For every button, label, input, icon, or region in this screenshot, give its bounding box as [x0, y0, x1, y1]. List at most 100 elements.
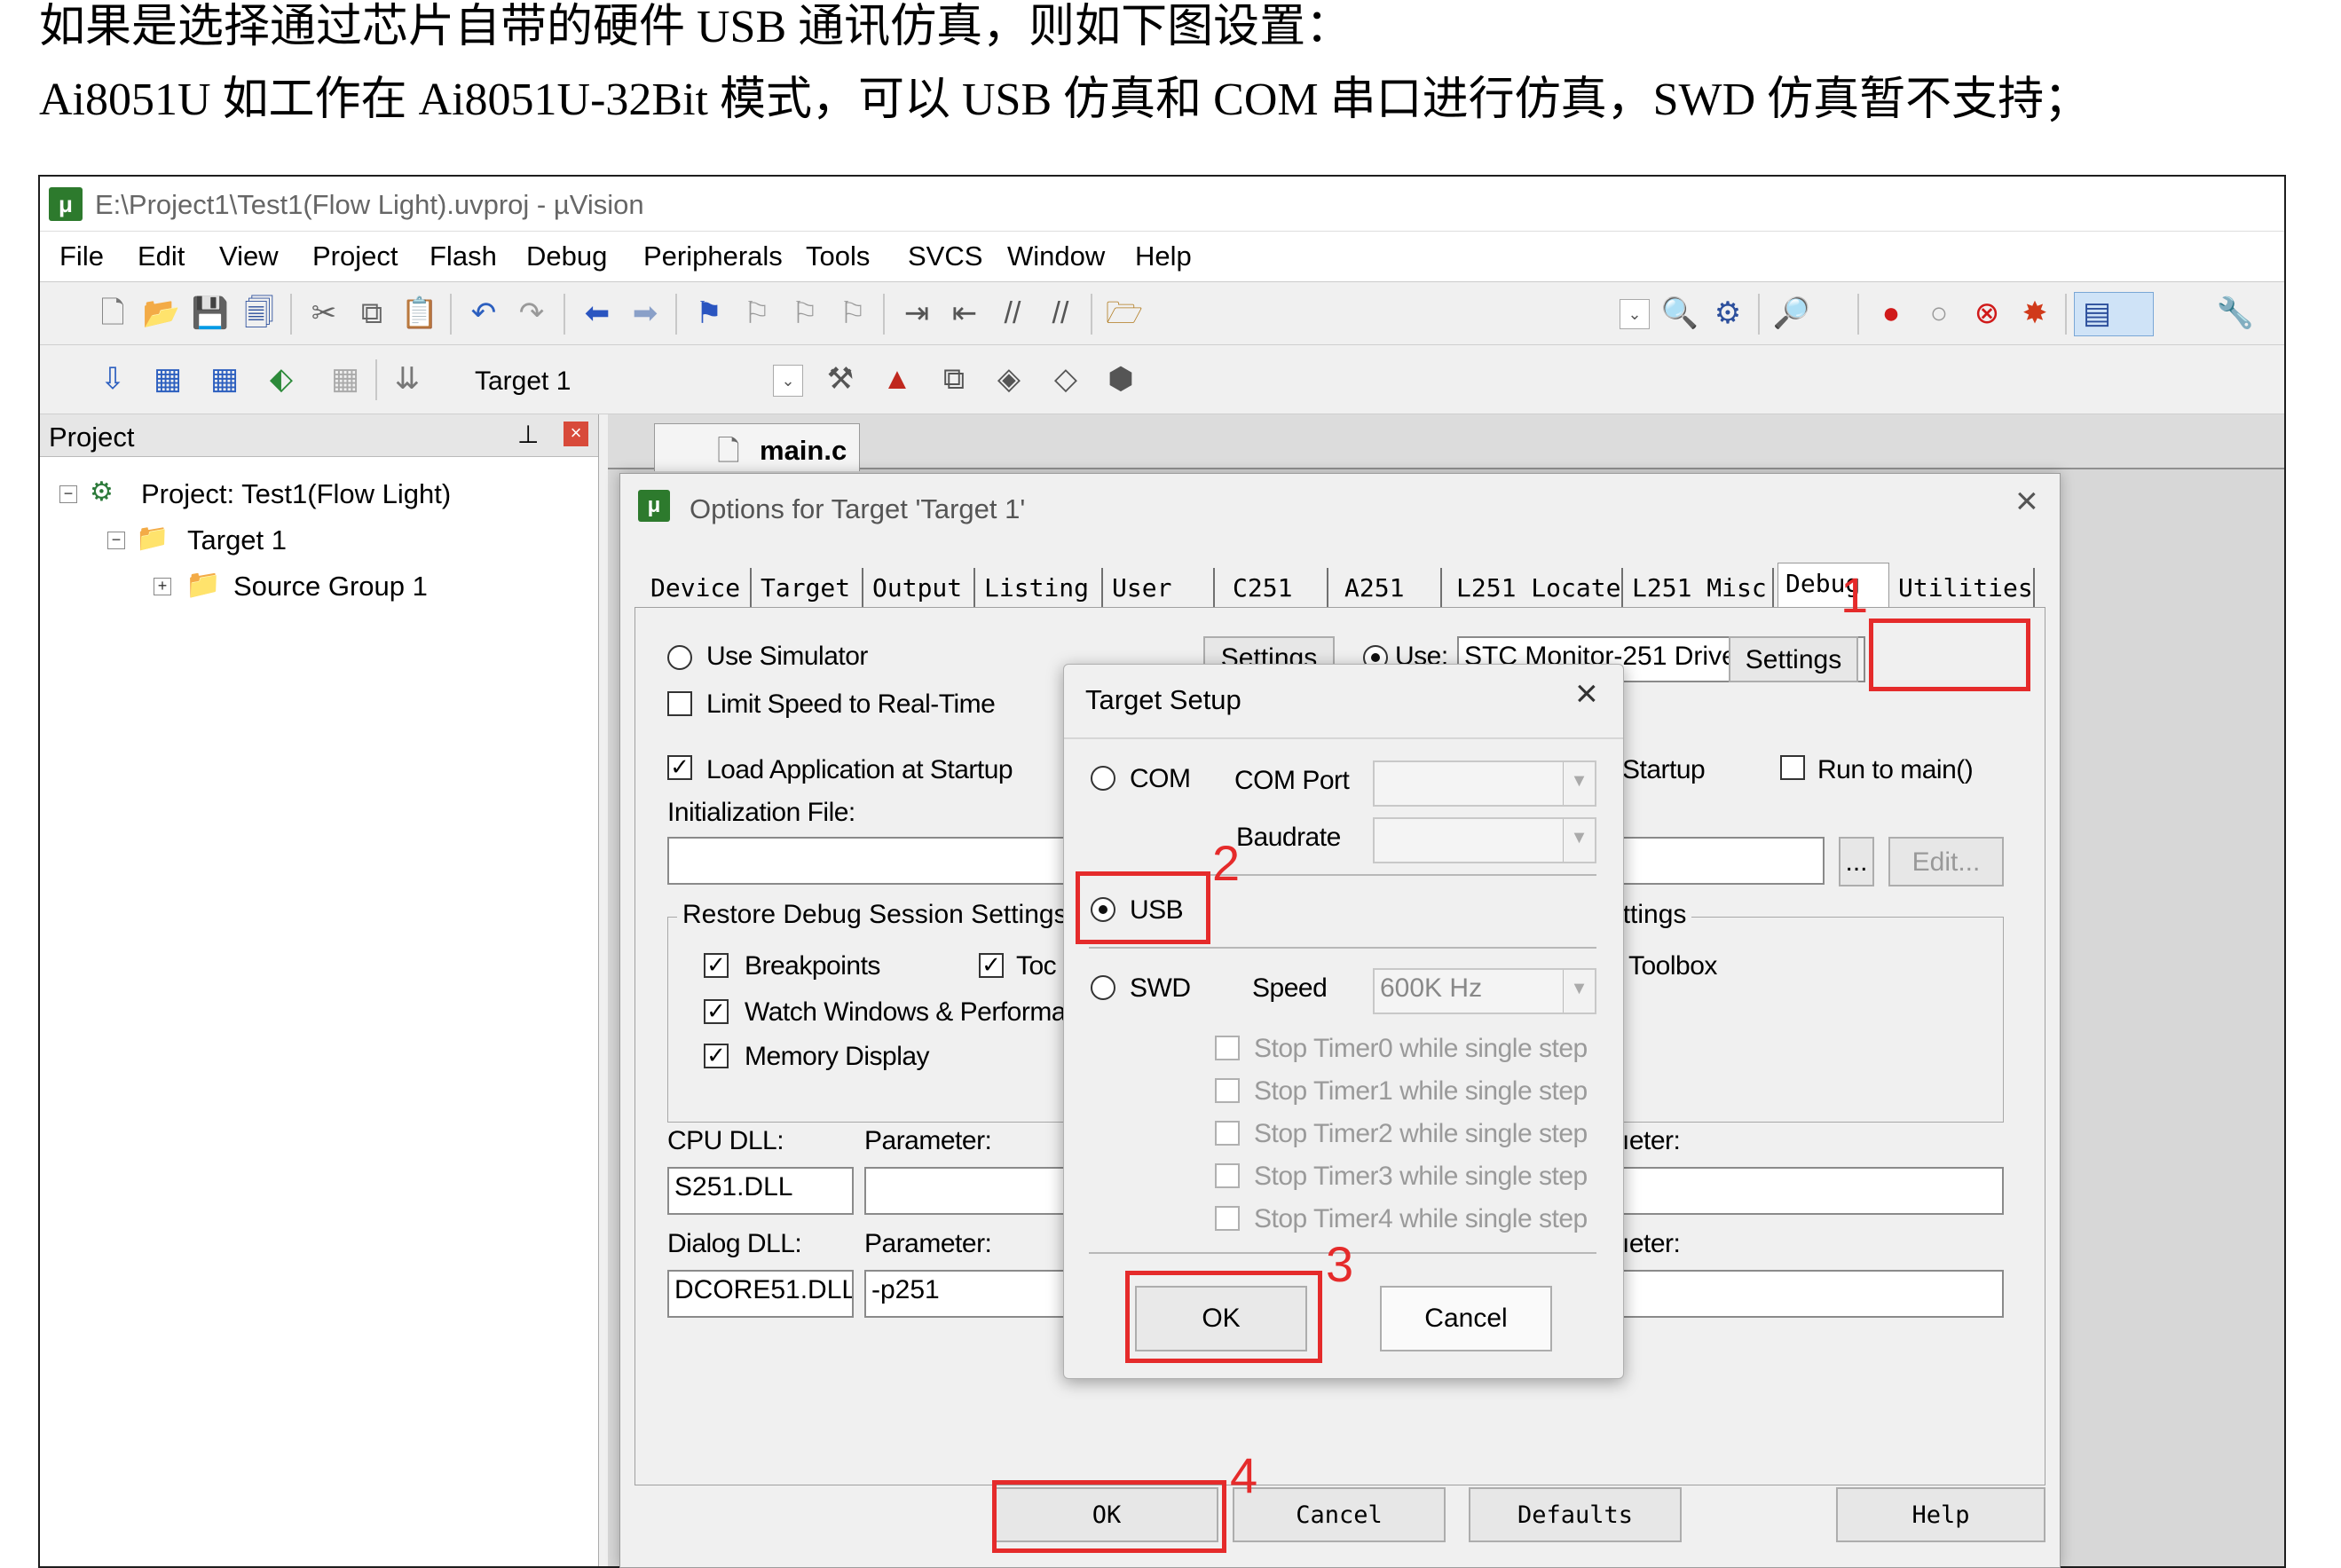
- com-port-select[interactable]: ▼: [1373, 760, 1596, 807]
- unindent-icon[interactable]: ⇤: [945, 295, 984, 331]
- tab-l251-misc[interactable]: L251 Misc: [1627, 568, 1774, 607]
- manage-packs-icon[interactable]: ⧉: [934, 361, 973, 397]
- menu-file[interactable]: File: [59, 240, 104, 272]
- tab-a251[interactable]: A251: [1332, 568, 1442, 607]
- tab-output[interactable]: Output: [867, 568, 975, 607]
- tab-listing[interactable]: Listing: [979, 568, 1103, 607]
- menu-tools[interactable]: Tools: [806, 240, 870, 272]
- menu-window[interactable]: Window: [1007, 240, 1105, 272]
- cpu-param-input[interactable]: [864, 1167, 1077, 1215]
- breakpoint-disable-icon[interactable]: ○: [1919, 295, 1959, 331]
- menu-peripherals[interactable]: Peripherals: [643, 240, 783, 272]
- menu-help[interactable]: Help: [1135, 240, 1192, 272]
- copy-icon[interactable]: ⧉: [352, 295, 391, 331]
- pack-installer-icon[interactable]: ◇: [1046, 361, 1085, 397]
- defaults-button[interactable]: Defaults: [1469, 1487, 1682, 1542]
- save-all-icon[interactable]: 🗐: [240, 295, 279, 331]
- swd-radio[interactable]: [1091, 975, 1115, 1000]
- batch-build-icon[interactable]: ⬖: [262, 361, 301, 397]
- bookmark-prev-icon[interactable]: ⚐: [737, 295, 776, 331]
- collapse-icon[interactable]: −: [107, 532, 125, 549]
- stop-build-icon[interactable]: ▦: [326, 361, 365, 397]
- stop-timer4-checkbox[interactable]: [1215, 1206, 1240, 1231]
- edit-button[interactable]: Edit...: [1888, 837, 2004, 886]
- menu-edit[interactable]: Edit: [138, 240, 185, 272]
- target-dropdown-arrow[interactable]: ⌄: [773, 365, 803, 397]
- debug-session-icon[interactable]: 🔎: [1772, 295, 1811, 331]
- watch-windows-checkbox[interactable]: ✓: [704, 999, 729, 1024]
- find-icon[interactable]: 🔍: [1660, 295, 1699, 331]
- run-to-main-checkbox[interactable]: [1780, 755, 1805, 780]
- redo-icon[interactable]: ↷: [512, 295, 551, 331]
- dialog-dll-input[interactable]: DCORE51.DLL: [667, 1270, 854, 1318]
- dialog-param-input[interactable]: -p251: [864, 1270, 1077, 1318]
- tab-debug[interactable]: Debug: [1777, 563, 1889, 607]
- use-simulator-radio[interactable]: [667, 645, 692, 670]
- dialog-param-input-right[interactable]: [1558, 1270, 2004, 1318]
- runtime-env-icon[interactable]: ⬢: [1101, 361, 1140, 397]
- cut-icon[interactable]: ✂: [304, 295, 343, 331]
- browse-button[interactable]: ...: [1839, 837, 1874, 886]
- cpu-param-input-right[interactable]: [1558, 1167, 2004, 1215]
- tab-user[interactable]: User: [1107, 568, 1215, 607]
- speed-select[interactable]: 600K Hz ▼: [1373, 968, 1596, 1014]
- find-dropdown-arrow[interactable]: ⌄: [1620, 299, 1650, 329]
- tab-device[interactable]: Device: [643, 568, 752, 607]
- nav-back-icon[interactable]: ⬅: [578, 295, 617, 331]
- build-icon[interactable]: ▦: [148, 361, 187, 397]
- translate-icon[interactable]: ⇩: [93, 361, 132, 397]
- com-radio[interactable]: [1091, 766, 1115, 791]
- rebuild-icon[interactable]: ▦: [205, 361, 244, 397]
- cpu-dll-input[interactable]: S251.DLL: [667, 1167, 854, 1215]
- nav-forward-icon[interactable]: ➡: [626, 295, 665, 331]
- stop-timer3-checkbox[interactable]: [1215, 1163, 1240, 1188]
- breakpoint-kill-icon[interactable]: ⊗: [1967, 295, 2006, 331]
- init-file-input[interactable]: [667, 837, 1076, 885]
- breakpoints-checkbox[interactable]: ✓: [704, 953, 729, 978]
- menu-flash[interactable]: Flash: [430, 240, 497, 272]
- baudrate-select[interactable]: ▼: [1373, 817, 1596, 863]
- limit-speed-checkbox[interactable]: [667, 691, 692, 716]
- menu-view[interactable]: View: [219, 240, 279, 272]
- undo-icon[interactable]: ↶: [464, 295, 503, 331]
- breakpoint-icon[interactable]: ●: [1872, 295, 1911, 331]
- close-icon[interactable]: ×: [1575, 672, 1598, 716]
- open-folder-icon[interactable]: 📂: [142, 295, 181, 331]
- target-setup-cancel-button[interactable]: Cancel: [1380, 1286, 1552, 1351]
- paste-icon[interactable]: 📋: [400, 295, 439, 331]
- indent-icon[interactable]: ⇥: [897, 295, 936, 331]
- close-pane-icon[interactable]: ×: [564, 422, 588, 446]
- target-select[interactable]: Target 1: [469, 363, 789, 400]
- menu-project[interactable]: Project: [312, 240, 398, 272]
- configure-icon[interactable]: 🔧: [2216, 295, 2255, 331]
- incremental-find-icon[interactable]: ⚙: [1708, 295, 1747, 331]
- tab-utilities[interactable]: Utilities: [1893, 568, 2035, 607]
- comment-icon[interactable]: //: [993, 295, 1032, 331]
- download-icon[interactable]: ⇊: [388, 361, 427, 397]
- target-options-icon[interactable]: ⚒: [821, 361, 860, 397]
- stop-timer1-checkbox[interactable]: [1215, 1078, 1240, 1103]
- driver-settings-button[interactable]: Settings: [1729, 636, 1858, 682]
- close-icon[interactable]: ×: [2015, 479, 2038, 524]
- help-button[interactable]: Help: [1836, 1487, 2045, 1542]
- tab-l251-locate[interactable]: L251 Locate: [1446, 568, 1623, 607]
- pin-icon[interactable]: ⊥: [517, 420, 539, 449]
- toolbox-checkbox-left[interactable]: ✓: [979, 953, 1004, 978]
- options-cancel-button[interactable]: Cancel: [1233, 1487, 1446, 1542]
- uncomment-icon[interactable]: //: [1041, 295, 1080, 331]
- load-app-checkbox[interactable]: ✓: [667, 755, 692, 780]
- collapse-icon[interactable]: −: [59, 485, 77, 503]
- new-file-icon[interactable]: 🗋: [93, 295, 132, 331]
- manage-components-icon[interactable]: ▲: [878, 361, 917, 397]
- find-in-files-icon[interactable]: 🗁: [1105, 295, 1144, 331]
- stop-timer2-checkbox[interactable]: [1215, 1121, 1240, 1146]
- select-packs-icon[interactable]: ◈: [989, 361, 1029, 397]
- save-icon[interactable]: 💾: [191, 295, 230, 331]
- tab-target[interactable]: Target: [755, 568, 863, 607]
- menu-svcs[interactable]: SVCS: [908, 240, 982, 272]
- memory-display-checkbox[interactable]: ✓: [704, 1044, 729, 1068]
- menu-debug[interactable]: Debug: [526, 240, 607, 272]
- bookmark-icon[interactable]: ⚑: [690, 295, 729, 331]
- tab-main-c[interactable]: 🗋 main.c: [654, 423, 860, 471]
- tab-c251[interactable]: C251: [1218, 568, 1328, 607]
